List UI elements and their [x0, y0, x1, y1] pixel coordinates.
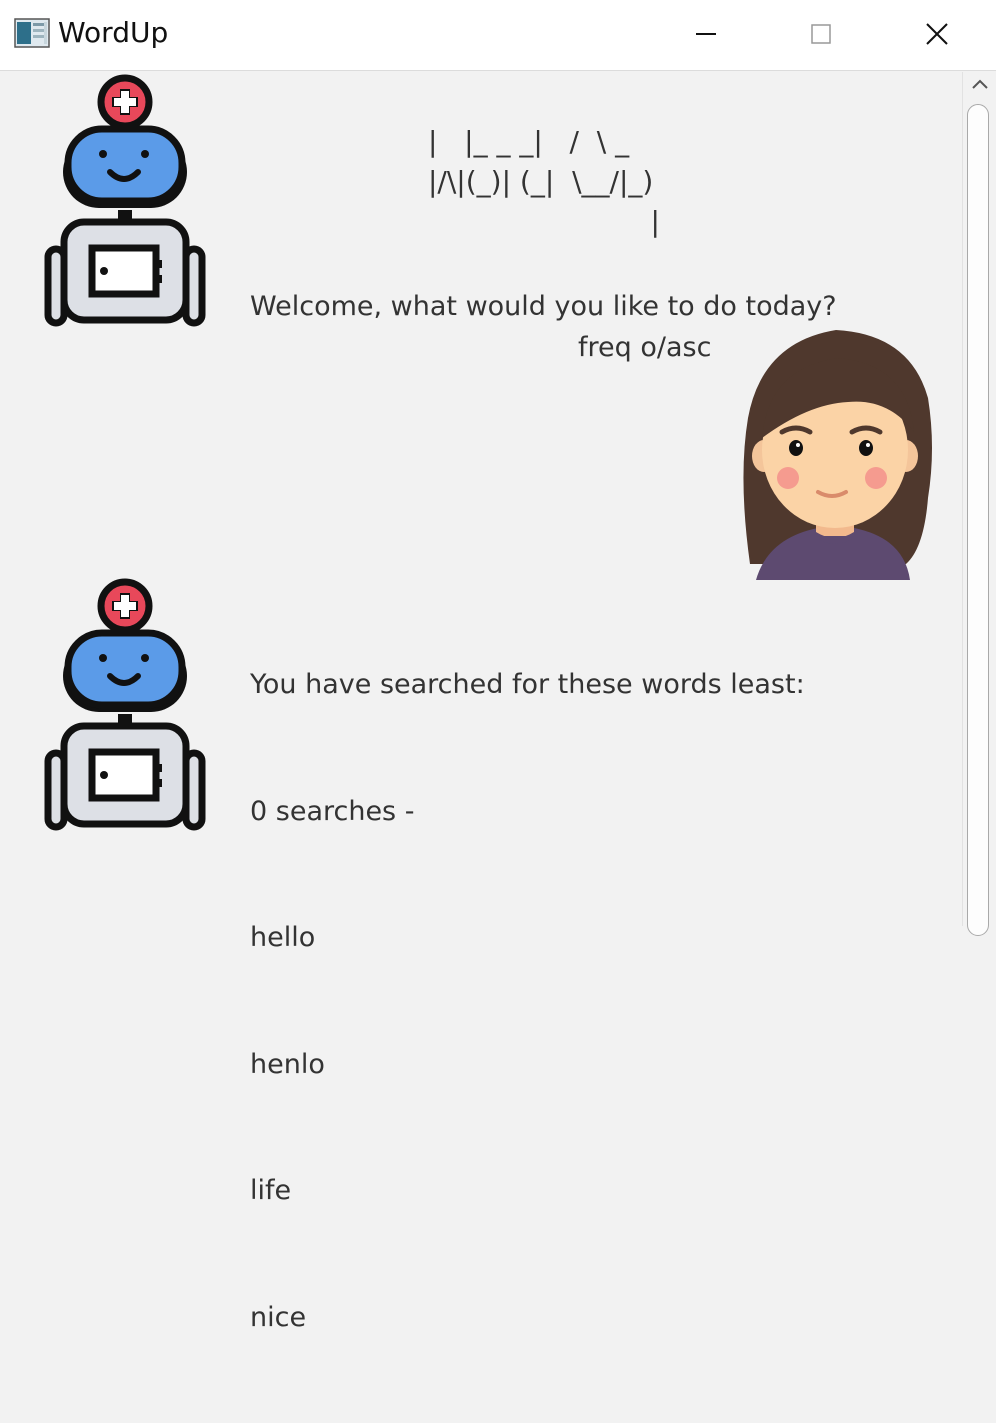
- close-icon: [926, 23, 948, 45]
- maximize-button[interactable]: [798, 12, 844, 56]
- message-line: nice: [250, 1301, 307, 1333]
- ascii-line: | |_ _ _| / \ _: [428, 125, 630, 158]
- title-bar: WordUp: [0, 0, 996, 71]
- app-icon: [14, 18, 50, 48]
- window-title: WordUp: [58, 16, 169, 49]
- bot-message: Welcome, what would you like to do today…: [250, 291, 837, 322]
- robot-avatar-icon: [44, 74, 206, 327]
- vertical-scrollbar[interactable]: [962, 72, 996, 936]
- minimize-icon: [696, 33, 716, 35]
- message-line: You have searched for these words least:: [250, 669, 805, 700]
- user-message: freq o/asc: [578, 332, 712, 363]
- ascii-line: |/\|(_)| (_| \__/|_): [428, 165, 654, 198]
- scrollbar-thumb[interactable]: [967, 104, 989, 936]
- message-line: hello: [250, 922, 316, 953]
- message-line: 0 searches -: [250, 795, 415, 827]
- girl-avatar-icon: [743, 330, 932, 580]
- minimize-button[interactable]: [683, 12, 729, 56]
- message-line: henlo: [250, 1048, 325, 1080]
- maximize-icon: [811, 24, 831, 44]
- scroll-up-icon[interactable]: [972, 78, 988, 90]
- chat-panel[interactable]: | |_ _ _| / \ _ |/\|(_)| (_| \__/|_) | We…: [0, 72, 962, 1333]
- bot-message: You have searched for these words least:…: [250, 580, 805, 1423]
- ascii-line: |: [428, 205, 660, 238]
- ascii-banner: | |_ _ _| / \ _ |/\|(_)| (_| \__/|_) |: [428, 122, 660, 242]
- close-button[interactable]: [914, 12, 960, 56]
- robot-avatar-icon: [44, 578, 206, 831]
- message-line: life: [250, 1175, 292, 1206]
